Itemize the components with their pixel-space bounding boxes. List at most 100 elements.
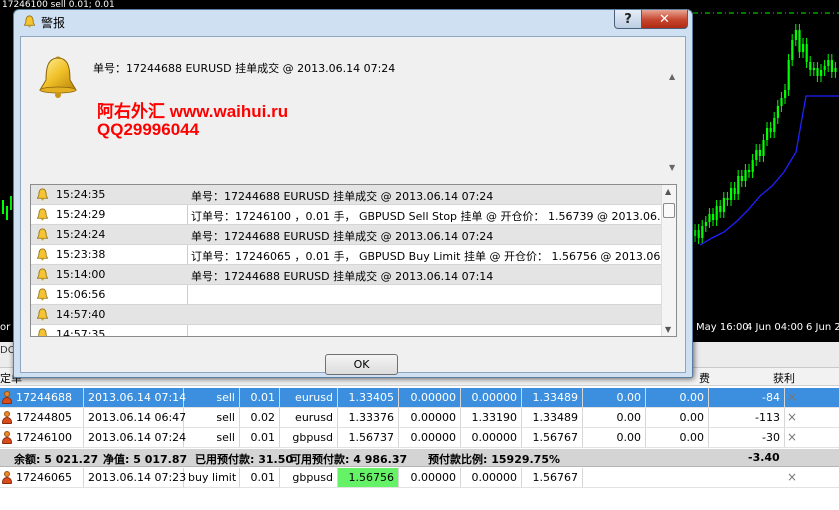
log-message: 订单号：17246100 ，0.01 手， GBPUSD Sell Stop 挂… [191,210,677,223]
delete-order-icon[interactable]: × [787,388,797,407]
candle-body [726,198,729,200]
cell-sl: 0.00000 [399,388,461,407]
cell-sl: 0.00000 [399,408,461,427]
log-row[interactable]: 14:57:40 [31,305,663,325]
trader-icon [2,471,12,484]
date-label: 4 Jun 04:00 [746,322,804,333]
log-time: 15:24:35 [56,188,106,201]
cell-time: 2013.06.14 07:24 [84,428,186,447]
candle-body [823,66,826,70]
alert-message-box: 单号：17244688 EURUSD 挂单成交 @ 2013.06.14 07:… [23,40,683,180]
cell-profit: -113 [709,408,785,427]
bell-icon [36,268,49,281]
log-row[interactable]: 15:14:00 单号：17244688 EURUSD 挂单成交 @ 2013.0… [31,265,663,285]
log-row[interactable]: 14:57:35 [31,325,663,336]
balance-summary-row: 余额: 5 021.27 净值: 5 017.87 已用预付款: 31.50 可… [0,449,839,467]
candle-body [733,188,736,194]
trader-icon [2,431,12,444]
candle-body [704,222,707,226]
candle-body [6,206,8,220]
cell-time: 2013.06.14 06:47 [84,408,186,427]
log-time: 15:24:24 [56,228,106,241]
delete-order-icon[interactable]: × [787,408,797,427]
alert-dialog: 警报 ? ✕ 单号：17244688 EURUSD 挂单成交 @ 2013.06… [13,9,693,378]
delete-order-icon[interactable]: × [787,468,797,487]
candle-body [805,44,808,62]
scroll-thumb[interactable] [663,203,675,218]
candle-body [820,70,823,76]
candle-body [722,198,725,212]
candle-body [744,170,747,181]
bell-icon [36,288,49,301]
cell-price: 1.33405 [338,388,399,407]
cell-sl: 0.00000 [399,468,461,487]
candle-body [776,106,779,118]
log-row[interactable]: 15:23:38 订单号：17246065 ，0.01 手， GBPUSD Buy… [31,245,676,265]
margin-value: 已用预付款: 31.50 [195,453,294,466]
bell-icon [38,328,47,336]
candle-body [773,118,776,132]
bell-icon [36,188,49,201]
log-message: 单号：17244688 EURUSD 挂单成交 @ 2013.06.14 07:… [191,190,494,203]
order-row[interactable]: 17244805 2013.06.14 06:47 sell 0.02 eurusd 1.… [0,408,839,428]
cell-price: 1.56737 [338,428,399,447]
candle-body [697,230,700,238]
candle-body [694,230,697,236]
cell-price: 1.33376 [338,408,399,427]
scroll-up-icon[interactable]: ▲ [665,187,671,196]
alert-log-list[interactable]: 15:24:35 单号：17244688 EURUSD 挂单成交 @ 2013.0… [30,184,677,337]
margin-level-value: 预付款比例: 15929.75% [428,453,561,466]
candle-body [766,128,769,140]
date-label: May 16:00 [696,322,749,333]
column-header-profit[interactable]: 获利 [773,370,795,386]
message-scrollbar[interactable]: ▲ ▼ [669,54,679,174]
cell-type: sell [184,388,240,407]
total-profit-value: -3.40 [748,451,780,464]
log-scrollbar[interactable]: ▲ ▼ [661,185,676,336]
bell-icon [36,228,49,241]
cell-taxes: 0.00 [646,428,709,447]
log-row[interactable]: 15:24:29 订单号：17246100 ，0.01 手， GBPUSD Sel… [31,205,676,225]
delete-order-icon[interactable]: × [787,428,797,447]
pending-order-row[interactable]: 17246065 2013.06.14 07:23 buy limit 0.01 gbp… [0,468,839,488]
candle-body [748,170,751,172]
close-button[interactable]: ✕ [641,10,688,29]
order-row[interactable]: 17246100 2013.06.14 07:24 sell 0.01 gbpusd 1.… [0,428,839,448]
cell-price: 1.56756 [338,468,399,487]
log-row[interactable]: 15:24:24 单号：17244688 EURUSD 挂单成交 @ 2013.0… [31,225,663,245]
candle-body [10,196,12,210]
log-row[interactable]: 15:24:35 单号：17244688 EURUSD 挂单成交 @ 2013.0… [31,185,663,205]
cell-ticket: 17246100 [12,428,84,447]
order-row[interactable]: 17244688 2013.06.14 07:14 sell 0.01 eurusd 1.… [0,388,839,408]
trader-icon [2,411,12,424]
ok-button[interactable]: OK [325,354,398,375]
column-header-swap[interactable]: 费 [699,370,710,386]
alert-titlebar[interactable]: 警报 ? ✕ [14,10,692,32]
alert-client-area: 单号：17244688 EURUSD 挂单成交 @ 2013.06.14 07:… [20,36,686,375]
scroll-down-icon[interactable]: ▼ [665,325,671,334]
cell-profit: -84 [709,388,785,407]
log-row[interactable]: 15:06:56 [31,285,663,305]
candle-body [701,226,704,238]
candle-body [812,68,815,70]
cell-ticket: 17244805 [12,408,84,427]
candle-body [784,90,787,98]
cell-type: buy limit [184,468,240,487]
cell-size: 0.01 [240,468,280,487]
log-time: 15:14:00 [56,268,106,281]
log-message: 单号：17244688 EURUSD 挂单成交 @ 2013.06.14 07:… [191,270,494,283]
candle-body [751,160,754,172]
equity-value: 净值: 5 017.87 [103,453,188,466]
candle-body [830,60,833,72]
log-time: 14:57:40 [56,308,106,321]
candle-body [730,188,733,200]
candle-body [769,128,772,132]
candle-body [787,60,790,90]
help-button[interactable]: ? [614,10,642,29]
bell-icon [36,208,49,221]
cell-tp: 0.00000 [461,468,522,487]
date-label: 6 Jun 2 [806,322,839,333]
free-margin-value: 可用预付款: 4 986.37 [290,453,408,466]
candle-body [816,68,819,76]
cell-symbol: gbpusd [280,468,338,487]
